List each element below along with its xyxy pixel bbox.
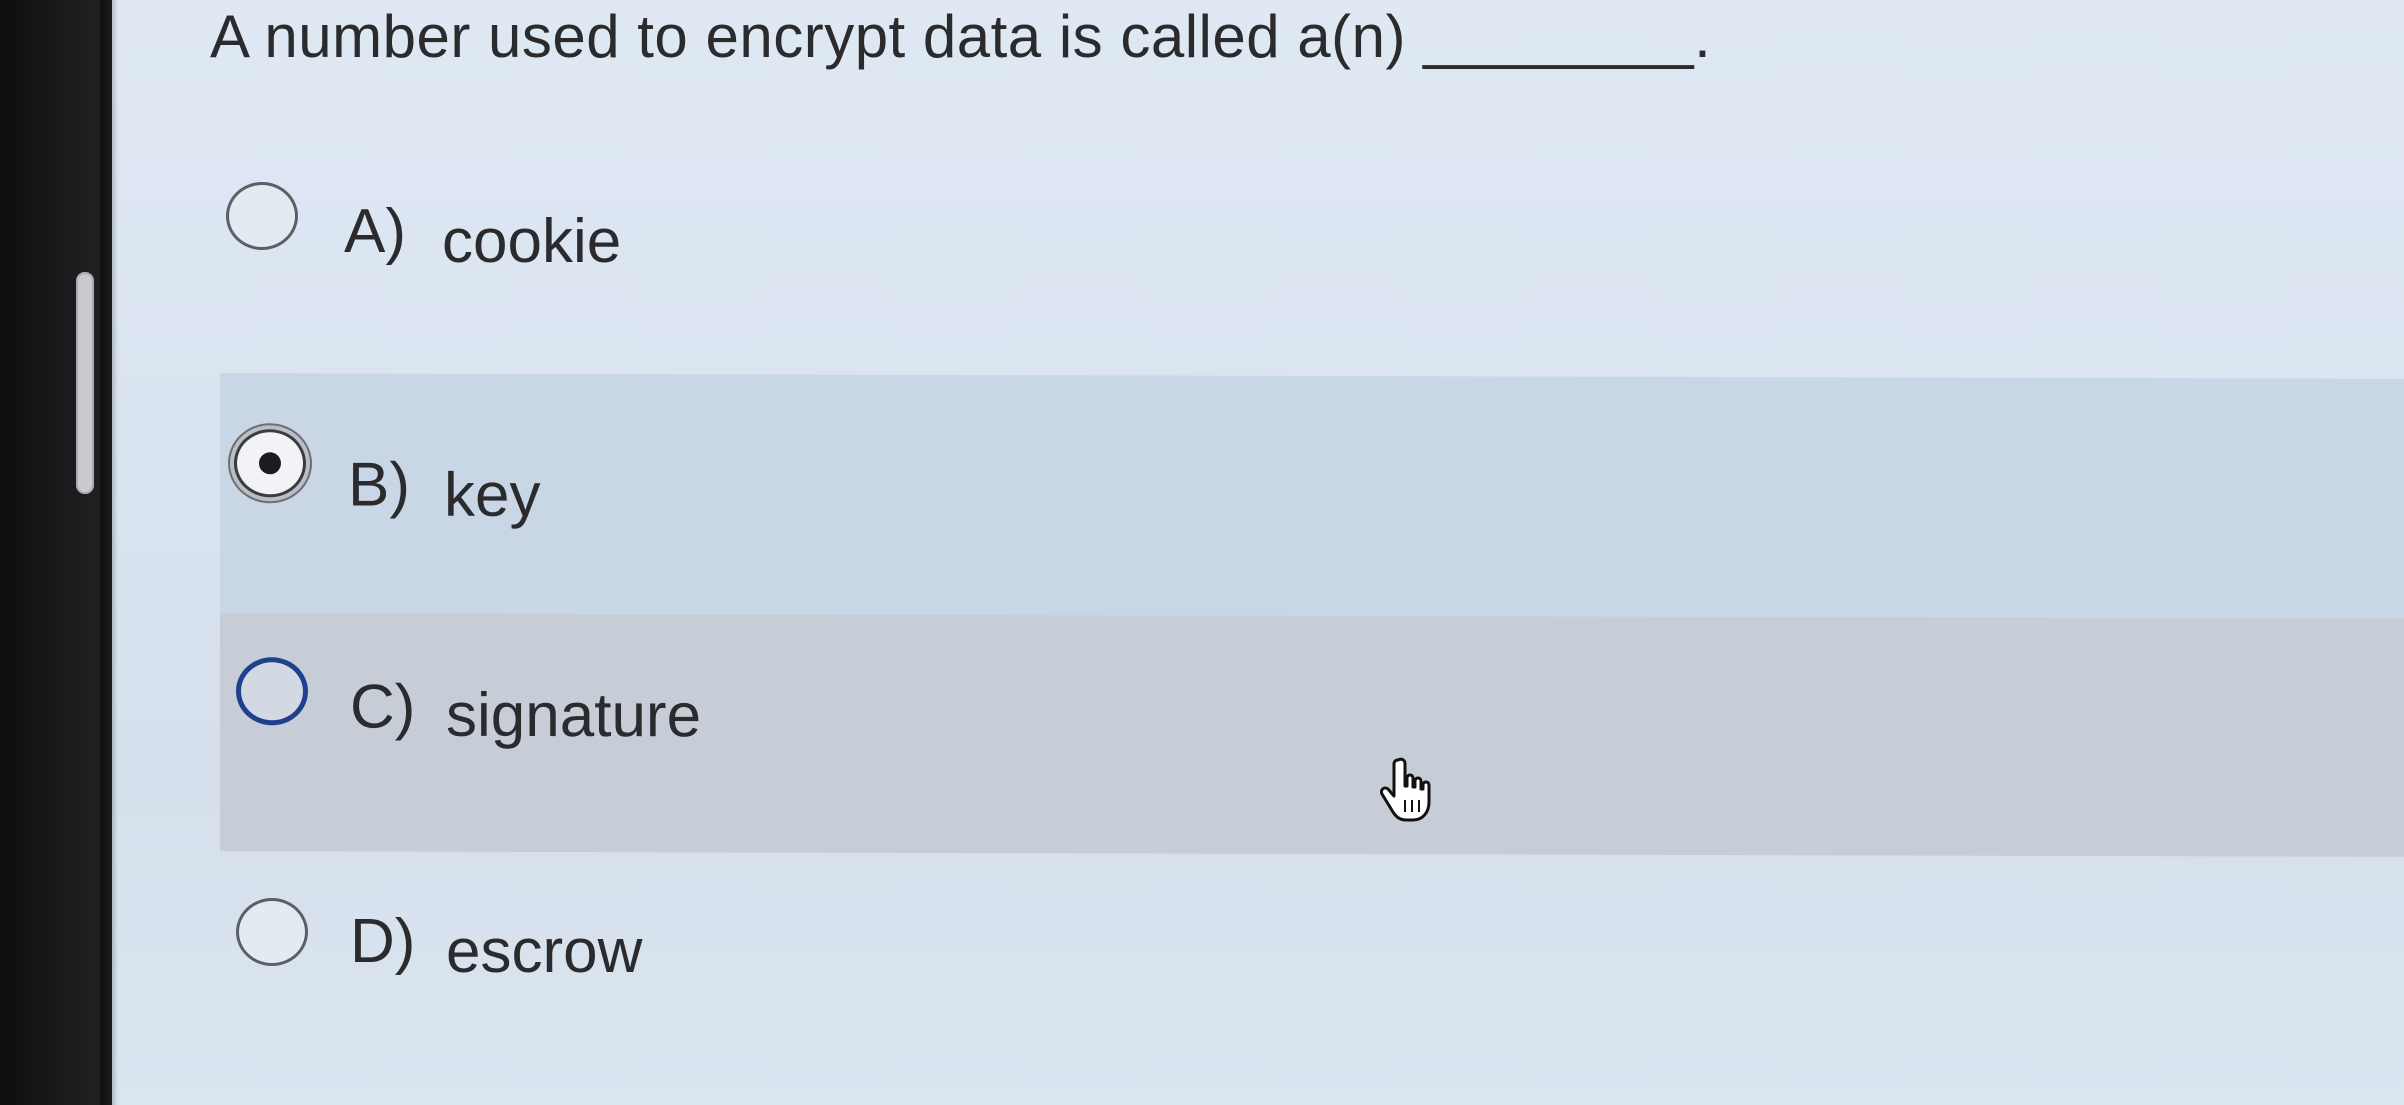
device-bezel bbox=[0, 0, 112, 1105]
bezel-shadow bbox=[100, 0, 118, 1105]
option-label-c: signature bbox=[446, 680, 702, 751]
scrollbar-thumb[interactable] bbox=[76, 272, 94, 494]
radio-button-a[interactable] bbox=[226, 182, 298, 250]
option-b[interactable]: B) key bbox=[220, 373, 2404, 625]
radio-button-d[interactable] bbox=[236, 898, 308, 966]
option-label-a: cookie bbox=[442, 207, 622, 276]
option-letter-b: B) bbox=[348, 450, 410, 520]
option-d[interactable]: D) escrow bbox=[220, 860, 2404, 1080]
option-label-b: key bbox=[444, 460, 541, 530]
radio-button-c[interactable] bbox=[236, 657, 308, 726]
hand-pointer-icon bbox=[1380, 757, 1431, 822]
option-letter-c: C) bbox=[350, 672, 416, 742]
option-c[interactable]: C) signature bbox=[220, 613, 2404, 857]
option-letter-a: A) bbox=[344, 197, 406, 266]
question-text: A number used to encrypt data is called … bbox=[210, 3, 1712, 70]
option-a[interactable]: A) cookie bbox=[220, 160, 2404, 360]
option-label-d: escrow bbox=[446, 917, 643, 986]
radio-button-b[interactable] bbox=[234, 429, 306, 498]
option-letter-d: D) bbox=[350, 907, 416, 976]
